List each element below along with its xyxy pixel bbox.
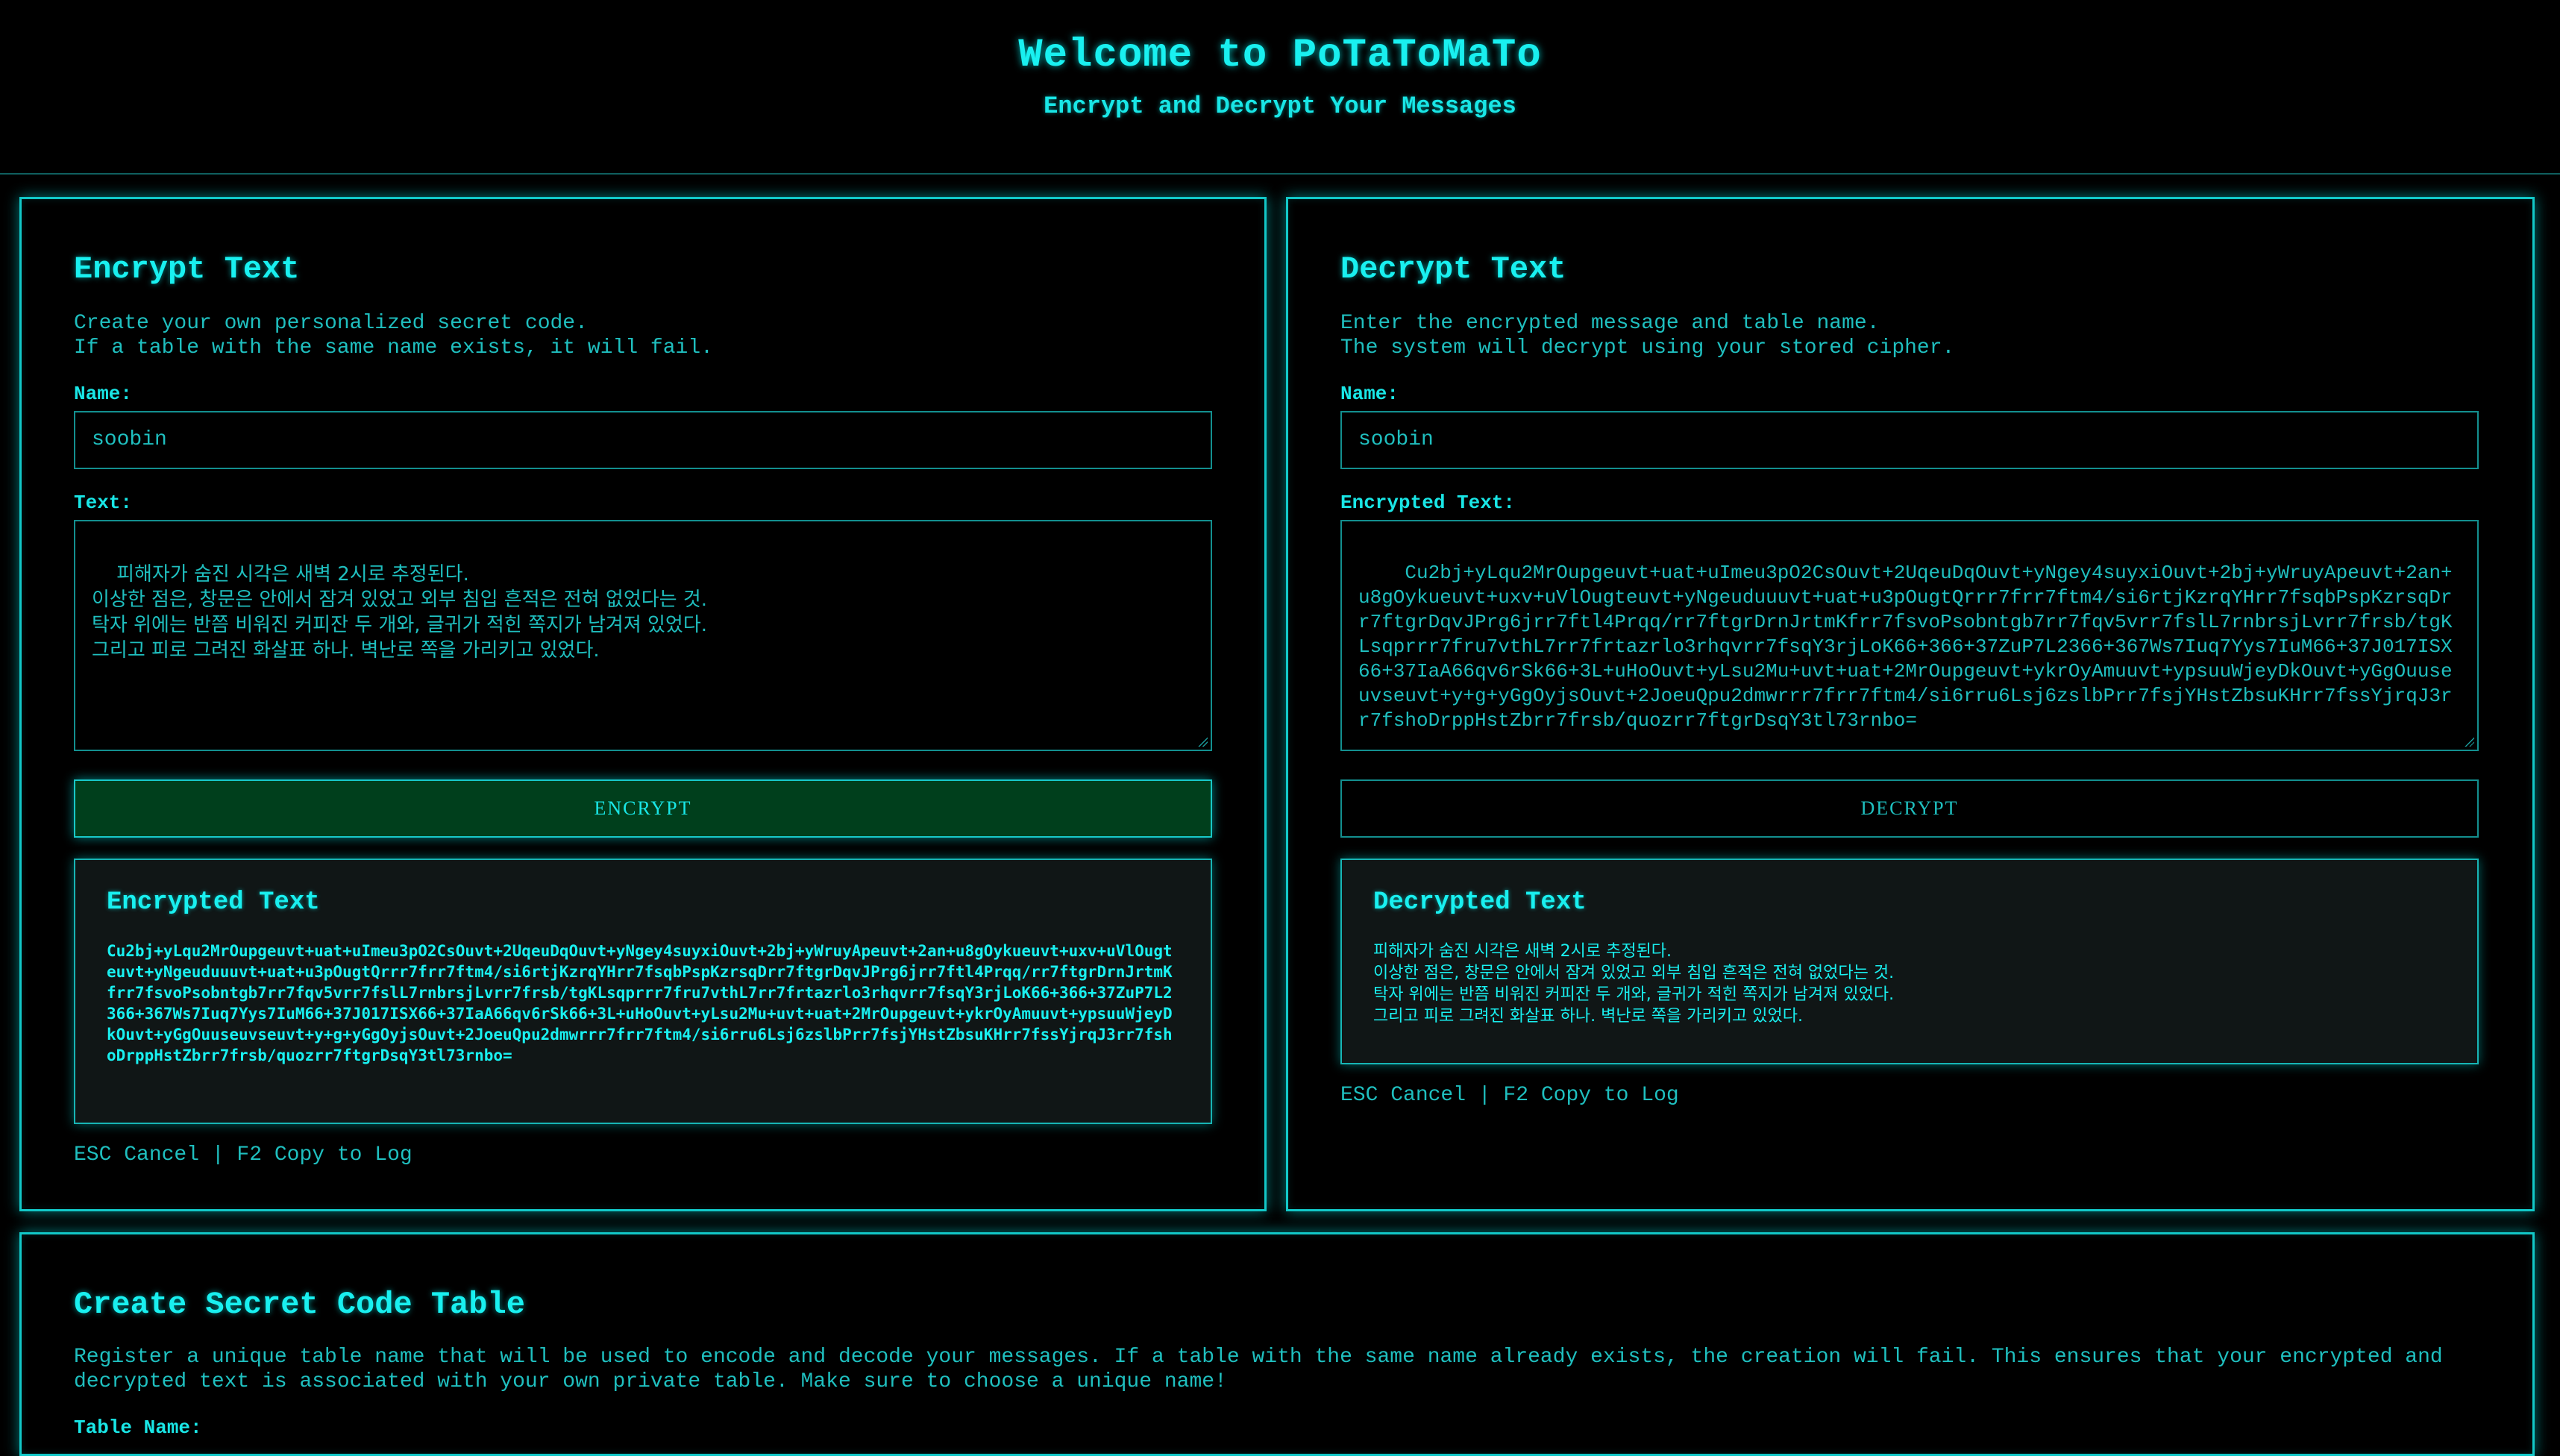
create-table-title: Create Secret Code Table: [74, 1287, 525, 1322]
decrypt-description-line2: The system will decrypt using your store…: [1340, 336, 1955, 360]
encrypt-keyboard-hint: ESC Cancel | F2 Copy to Log: [74, 1143, 412, 1167]
encrypt-text-value: 피해자가 숨진 시각은 새벽 2시로 추정된다. 이상한 점은, 창문은 안에서…: [92, 563, 708, 662]
encrypt-name-input[interactable]: soobin: [74, 411, 1212, 469]
encrypt-panel-title: Encrypt Text: [74, 251, 300, 287]
encrypt-button[interactable]: ENCRYPT: [74, 779, 1212, 838]
encrypt-description-line2: If a table with the same name exists, it…: [74, 336, 713, 360]
page-header: Welcome to PoTaToMaTo Encrypt and Decryp…: [0, 0, 2560, 175]
encrypted-result-title: Encrypted Text: [107, 888, 320, 917]
create-table-panel: Create Secret Code Table Register a uniq…: [19, 1232, 2535, 1456]
table-name-label: Table Name:: [74, 1416, 202, 1439]
decrypted-result-value: 피해자가 숨진 시각은 새벽 2시로 추정된다. 이상한 점은, 창문은 안에서…: [1373, 942, 1895, 1026]
encrypt-text-label: Text:: [74, 492, 133, 514]
decrypt-name-input[interactable]: soobin: [1340, 411, 2479, 469]
decrypted-result-box: Decrypted Text 피해자가 숨진 시각은 새벽 2시로 추정된다. …: [1340, 859, 2479, 1064]
encrypted-result-value: Cu2bj+yLqu2MrOupgeuvt+uat+uImeu3pO2CsOuv…: [107, 942, 1173, 1064]
page-title: Welcome to PoTaToMaTo: [1018, 33, 1542, 78]
resize-handle-icon[interactable]: [1197, 736, 1208, 747]
decrypt-keyboard-hint: ESC Cancel | F2 Copy to Log: [1340, 1084, 1679, 1107]
encrypt-text-area[interactable]: 피해자가 숨진 시각은 새벽 2시로 추정된다. 이상한 점은, 창문은 안에서…: [74, 520, 1212, 751]
create-table-description: Register a unique table name that will b…: [74, 1346, 2443, 1393]
decrypt-panel-title: Decrypt Text: [1340, 251, 1566, 287]
decrypt-button[interactable]: DECRYPT: [1340, 779, 2479, 838]
decrypt-text-value: Cu2bj+yLqu2MrOupgeuvt+uat+uImeu3pO2CsOuv…: [1358, 562, 2453, 732]
resize-handle-icon[interactable]: [2464, 736, 2474, 747]
encrypt-description-line1: Create your own personalized secret code…: [74, 312, 588, 335]
encrypt-panel: Encrypt Text Create your own personalize…: [19, 197, 1267, 1211]
decrypted-result-title: Decrypted Text: [1373, 888, 1587, 917]
decrypt-panel: Decrypt Text Enter the encrypted message…: [1286, 197, 2535, 1211]
decrypt-text-area[interactable]: Cu2bj+yLqu2MrOupgeuvt+uat+uImeu3pO2CsOuv…: [1340, 520, 2479, 751]
encrypt-name-label: Name:: [74, 383, 133, 405]
decrypt-text-label: Encrypted Text:: [1340, 492, 1516, 514]
page-subtitle: Encrypt and Decrypt Your Messages: [1044, 92, 1516, 120]
encrypted-result-box: Encrypted Text Cu2bj+yLqu2MrOupgeuvt+uat…: [74, 859, 1212, 1124]
decrypt-description-line1: Enter the encrypted message and table na…: [1340, 312, 1880, 335]
decrypt-name-label: Name:: [1340, 383, 1399, 405]
